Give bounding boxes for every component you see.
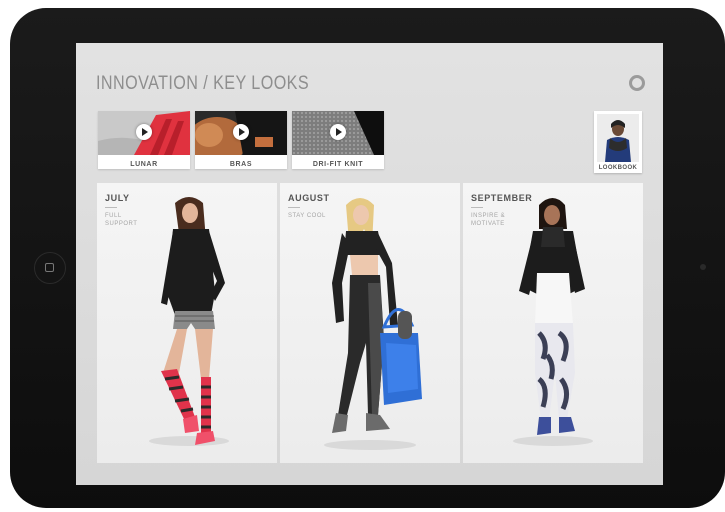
card-month: AUGUST [288, 193, 330, 203]
lookbook-label: LOOKBOOK [598, 165, 638, 171]
lookbook-thumbnail [597, 114, 639, 162]
card-month: SEPTEMBER [471, 193, 533, 203]
divider [288, 207, 300, 208]
card-caption: FULL SUPPORT [105, 213, 138, 227]
divider [105, 207, 117, 208]
page-title: INNOVATION / KEY LOOKS [96, 73, 310, 94]
home-button[interactable] [34, 252, 66, 284]
card-month: JULY [105, 193, 130, 203]
model-image [324, 198, 422, 450]
video-label: BRAS [229, 161, 253, 168]
video-label: LUNAR [130, 161, 158, 168]
app-screen: INNOVATION / KEY LOOKS LUNAR BRAS DRI-FI… [76, 43, 663, 485]
look-card-august[interactable]: AUGUST STAY COOL [280, 183, 460, 463]
home-button-icon [45, 263, 54, 272]
video-label: DRI-FIT KNIT [312, 161, 364, 168]
lookbook-button[interactable]: LOOKBOOK [594, 111, 642, 173]
card-caption: INSPIRE & MOTIVATE [471, 213, 506, 227]
divider [471, 207, 483, 208]
look-card-september[interactable]: SEPTEMBER INSPIRE & MOTIVATE [463, 183, 643, 463]
video-tile-bras[interactable]: BRAS [195, 111, 287, 169]
look-card-july[interactable]: JULY FULL SUPPORT [97, 183, 277, 463]
card-caption: STAY COOL [288, 213, 326, 219]
camera [700, 264, 706, 270]
play-icon[interactable] [233, 124, 249, 140]
video-tile-lunar[interactable]: LUNAR [98, 111, 190, 169]
play-icon[interactable] [330, 124, 346, 140]
video-tile-dri-fit-knit[interactable]: DRI-FIT KNIT [292, 111, 384, 169]
ring-icon[interactable] [629, 75, 645, 91]
play-icon[interactable] [136, 124, 152, 140]
